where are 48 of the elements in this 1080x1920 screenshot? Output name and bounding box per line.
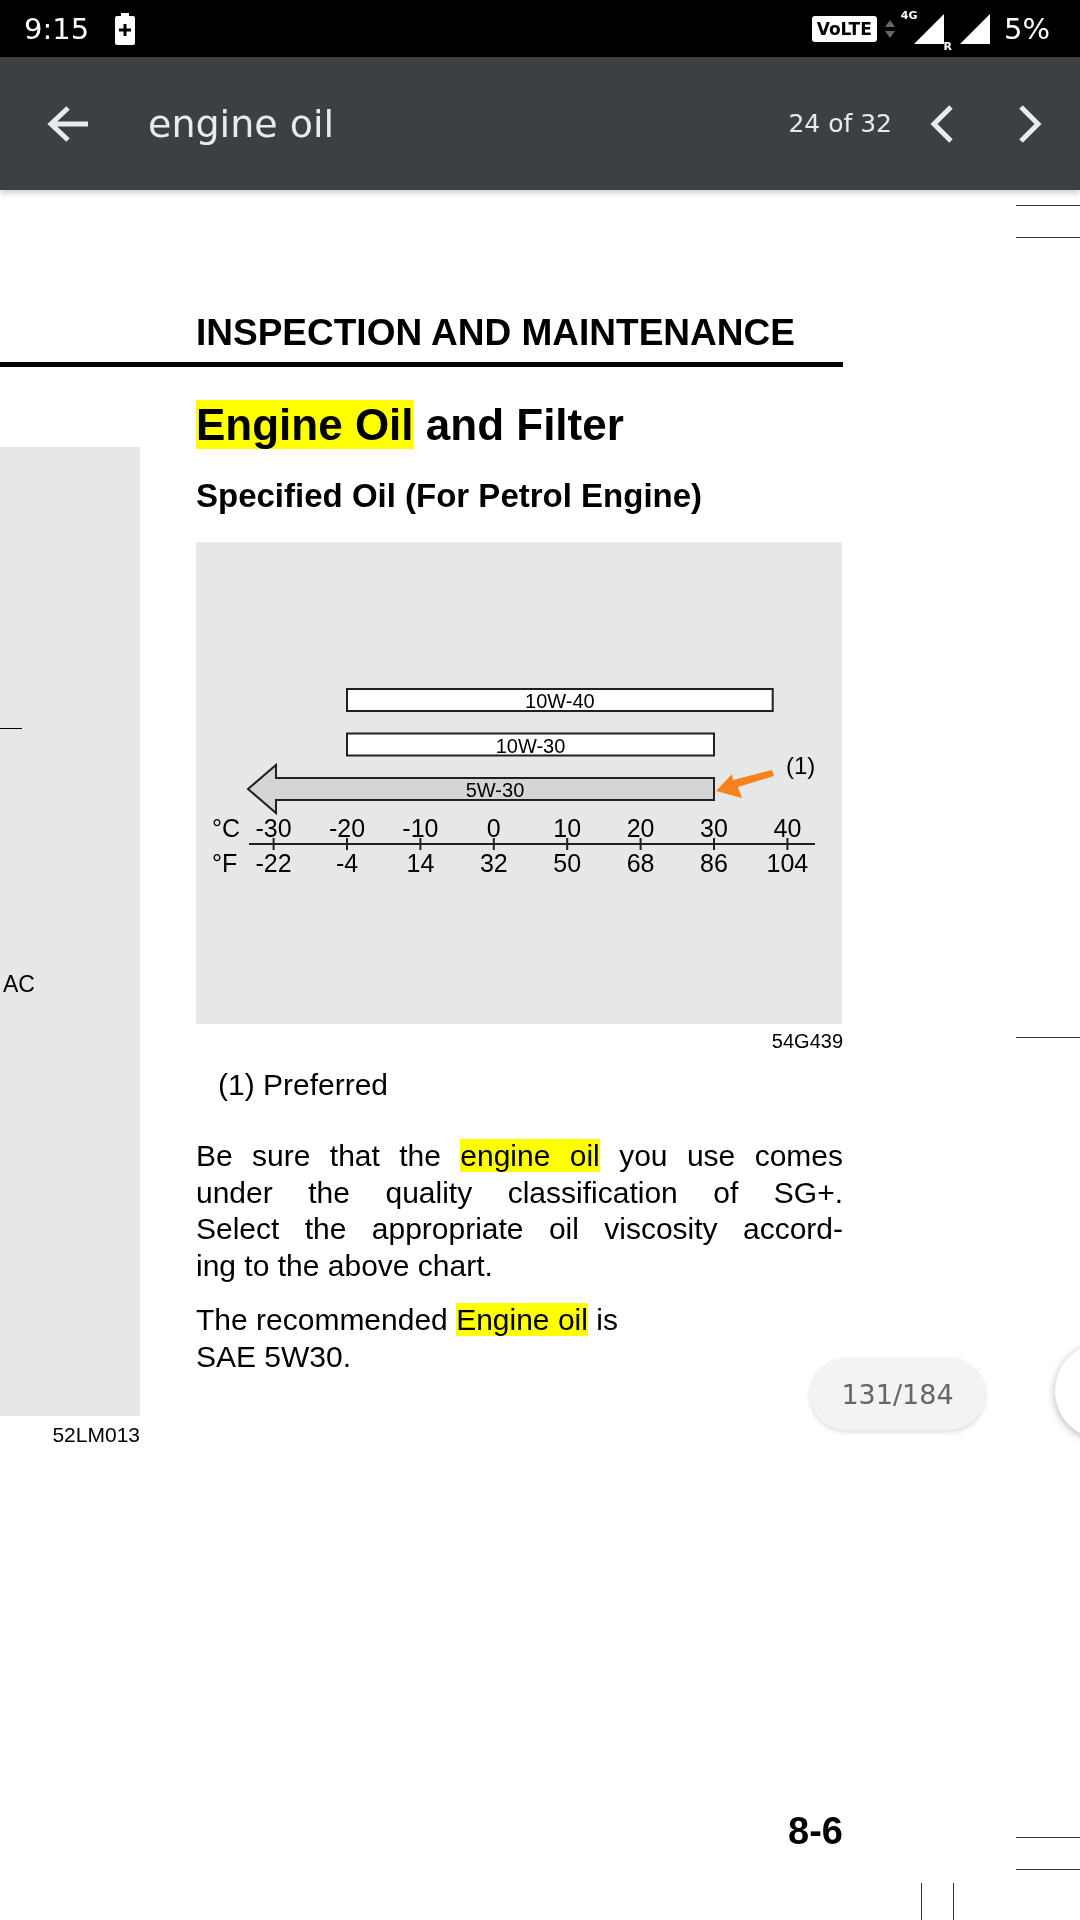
tick-label: 30: [700, 814, 728, 842]
back-arrow-icon[interactable]: [46, 103, 90, 144]
section-heading: INSPECTION AND MAINTENANCE: [196, 311, 796, 355]
tick-label: -4: [335, 849, 359, 877]
figure-code: 54G439: [771, 1030, 843, 1053]
tick-label: 20: [626, 814, 655, 842]
volte-badge: VoLTE: [811, 15, 877, 42]
figure-code: 52LM013: [52, 1423, 140, 1447]
tick-label: 68: [626, 849, 655, 877]
tick-label: 14: [406, 849, 435, 877]
axis-unit: °C: [212, 814, 241, 842]
match-count: 24 of 32: [788, 109, 892, 138]
body-paragraph: The recommended Engine oil is SAE 5W30.: [196, 1302, 619, 1375]
tick-label: 10: [553, 814, 582, 842]
chart-note: (1) Preferred: [218, 1068, 390, 1102]
search-query[interactable]: engine oil: [148, 101, 335, 146]
tick-label: 104: [766, 849, 809, 877]
figure-text: AC: [3, 971, 36, 998]
pointer-arrow: [716, 770, 774, 798]
tick-label: 40: [773, 814, 802, 842]
tick-label: 50: [553, 849, 582, 877]
data-arrows-icon: [884, 19, 895, 38]
network-type: 4G: [900, 9, 918, 22]
page-number: 8-6: [788, 1810, 843, 1853]
tick-label: -20: [328, 814, 366, 842]
body-paragraph: Be sure that the engine oil you use comes under the quality classification of SG+. Select the appropriate oil viscosity accord- ing to the above chart.: [196, 1138, 843, 1284]
tick-label: 32: [479, 849, 508, 877]
tick-label: -10: [402, 814, 439, 842]
page-edge-lines: [921, 1883, 954, 1920]
tick-label: 0: [486, 814, 501, 842]
tick-label: 86: [700, 849, 728, 877]
clock: 9:15: [24, 11, 90, 46]
bar-label: 10W-40: [525, 690, 595, 712]
signal-icon: [960, 13, 990, 44]
chevron-right-icon[interactable]: [1018, 103, 1042, 144]
subheading: Specified Oil (For Petrol Engine): [196, 476, 704, 516]
bar-label: 10W-30: [495, 734, 566, 757]
callout-label: (1): [786, 752, 816, 779]
tick-label: -22: [255, 849, 292, 877]
page-indicator: 131/184: [810, 1358, 985, 1430]
roaming-indicator: R: [943, 40, 952, 53]
chevron-left-icon[interactable]: [930, 103, 954, 144]
bar-label: 5W-30: [465, 779, 525, 801]
axis-unit: °F: [212, 849, 238, 877]
battery-charging-icon: [115, 12, 136, 45]
page-title: Engine Oil and Filter: [196, 399, 625, 451]
tick-label: -30: [255, 814, 292, 842]
battery-level: 5%: [1004, 11, 1050, 46]
